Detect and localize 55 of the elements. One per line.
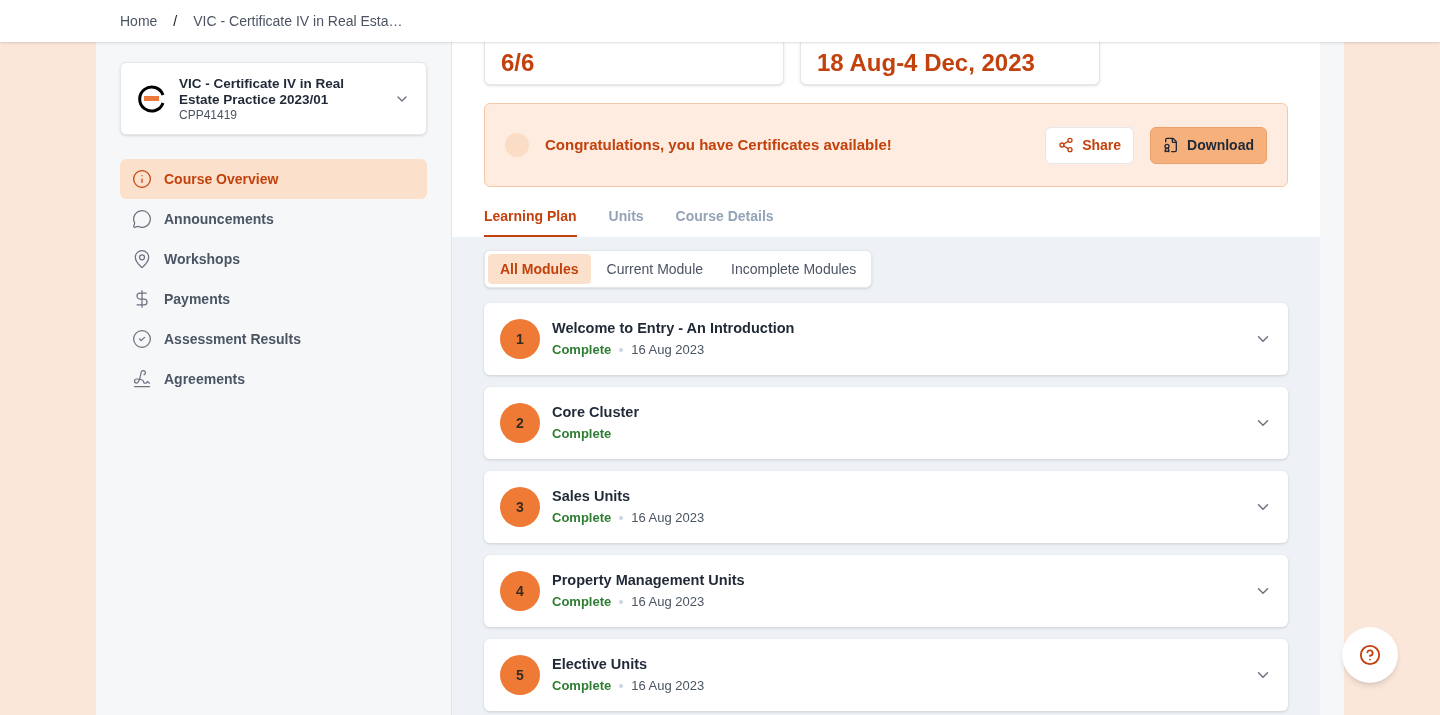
module-number: 3 <box>500 487 540 527</box>
course-selector[interactable]: VIC - Certificate IV in Real Estate Practice 2023/01 CPP41419 <box>120 62 427 135</box>
module-row[interactable]: 5 Elective Units Complete 16 Aug 2023 <box>484 639 1288 711</box>
share-button[interactable]: Share <box>1045 126 1135 164</box>
module-status: Complete <box>552 425 612 444</box>
map-pin-icon <box>132 249 152 269</box>
breadcrumb-link[interactable]: Home <box>120 10 158 32</box>
sidebar-item[interactable]: Agreements <box>120 359 427 399</box>
module-title: Sales Units <box>552 487 632 507</box>
sidebar-item[interactable]: Course Overview <box>120 159 427 199</box>
sidebar-item[interactable]: Workshops <box>120 239 427 279</box>
help-icon <box>1359 644 1381 666</box>
stat-card: 6/6 <box>484 42 784 85</box>
module-title: Core Cluster <box>552 403 641 423</box>
module-status: Complete <box>552 509 612 528</box>
module-date: 16 Aug 2023 <box>631 341 705 360</box>
module-row[interactable]: 4 Property Management Units Complete 16 Aug 2023 <box>484 555 1288 627</box>
tab[interactable]: Learning Plan <box>484 203 577 237</box>
sidebar-item[interactable]: Assessment Results <box>120 319 427 359</box>
sidebar-item[interactable]: Payments <box>120 279 427 319</box>
module-number: 2 <box>500 403 540 443</box>
module-row[interactable]: 3 Sales Units Complete 16 Aug 2023 <box>484 471 1288 543</box>
help-button[interactable] <box>1342 627 1398 683</box>
module-title: Elective Units <box>552 655 649 675</box>
module-status: Complete <box>552 341 612 360</box>
module-status: Complete <box>552 677 612 696</box>
module-title: Property Management Units <box>552 571 746 591</box>
info-icon <box>132 169 152 189</box>
stat-card: 18 Aug-4 Dec, 2023 <box>800 42 1100 85</box>
course-code: CPP41419 <box>179 107 239 122</box>
filter-tab[interactable]: All Modules <box>488 254 591 284</box>
module-date: 16 Aug 2023 <box>631 593 705 612</box>
module-row[interactable]: 2 Core Cluster Complete <box>484 387 1288 459</box>
module-date: 16 Aug 2023 <box>631 677 705 696</box>
check-circle-icon <box>132 329 152 349</box>
signature-icon <box>132 369 152 389</box>
sidebar-item[interactable]: Announcements <box>120 199 427 239</box>
breadcrumb-separator: / <box>173 11 178 31</box>
module-title: Welcome to Entry - An Introduction <box>552 319 796 339</box>
filter-tab[interactable]: Incomplete Modules <box>719 254 869 284</box>
share-icon <box>1058 137 1075 153</box>
module-status: Complete <box>552 593 612 612</box>
speech-bubble-icon <box>132 209 152 229</box>
download-button[interactable]: Download <box>1150 126 1267 164</box>
course-title: VIC - Certificate IV in Real Estate Practice 2023/01 <box>179 75 346 108</box>
banner-message: Congratulations, you have Certificates available! <box>545 134 893 155</box>
certificate-icon <box>1163 137 1180 153</box>
module-number: 5 <box>500 655 540 695</box>
module-number: 4 <box>500 571 540 611</box>
breadcrumb-link[interactable]: VIC - Certificate IV in Real Esta… <box>193 10 403 32</box>
course-logo-icon <box>137 84 167 113</box>
module-row[interactable]: 1 Welcome to Entry - An Introduction Complete 16 Aug 2023 <box>484 303 1288 375</box>
filter-tab[interactable]: Current Module <box>594 254 716 284</box>
module-number: 1 <box>500 319 540 359</box>
module-date: 16 Aug 2023 <box>631 509 705 528</box>
